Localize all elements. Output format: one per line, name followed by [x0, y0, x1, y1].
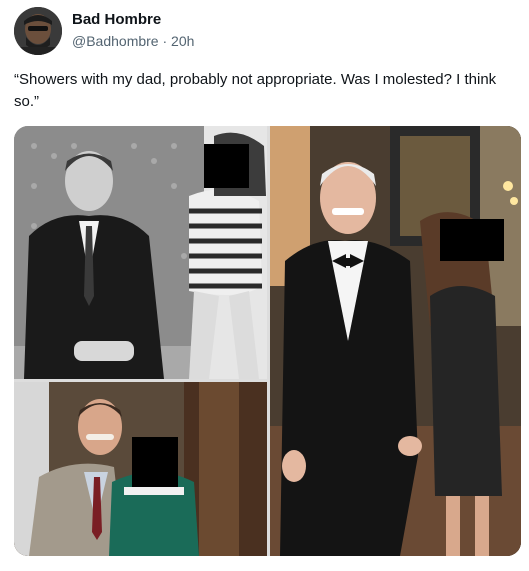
author-display-name[interactable]: Bad Hombre	[72, 11, 161, 28]
censor-bar	[132, 437, 178, 487]
media-grid[interactable]	[14, 126, 521, 556]
media-panel-tuxedo-photo[interactable]	[270, 126, 521, 556]
tweet-text: “Showers with my dad, probably not appro…	[14, 71, 497, 110]
censor-bar	[204, 144, 249, 188]
media-panel-child-photo[interactable]	[14, 382, 267, 556]
censor-bar	[440, 219, 504, 261]
author-handle[interactable]: @Badhombre	[72, 33, 159, 49]
media-panel-bw-photo[interactable]	[14, 126, 267, 379]
tweet-time[interactable]: 20h	[171, 33, 194, 49]
tweet-card[interactable]: Bad Hombre @Badhombre · 20h “Showers wit…	[0, 0, 529, 571]
avatar[interactable]	[14, 7, 62, 55]
author-meta: @Badhombre · 20h	[72, 33, 194, 49]
tuxedo-photo-image	[270, 126, 521, 556]
meta-separator: ·	[162, 33, 168, 49]
